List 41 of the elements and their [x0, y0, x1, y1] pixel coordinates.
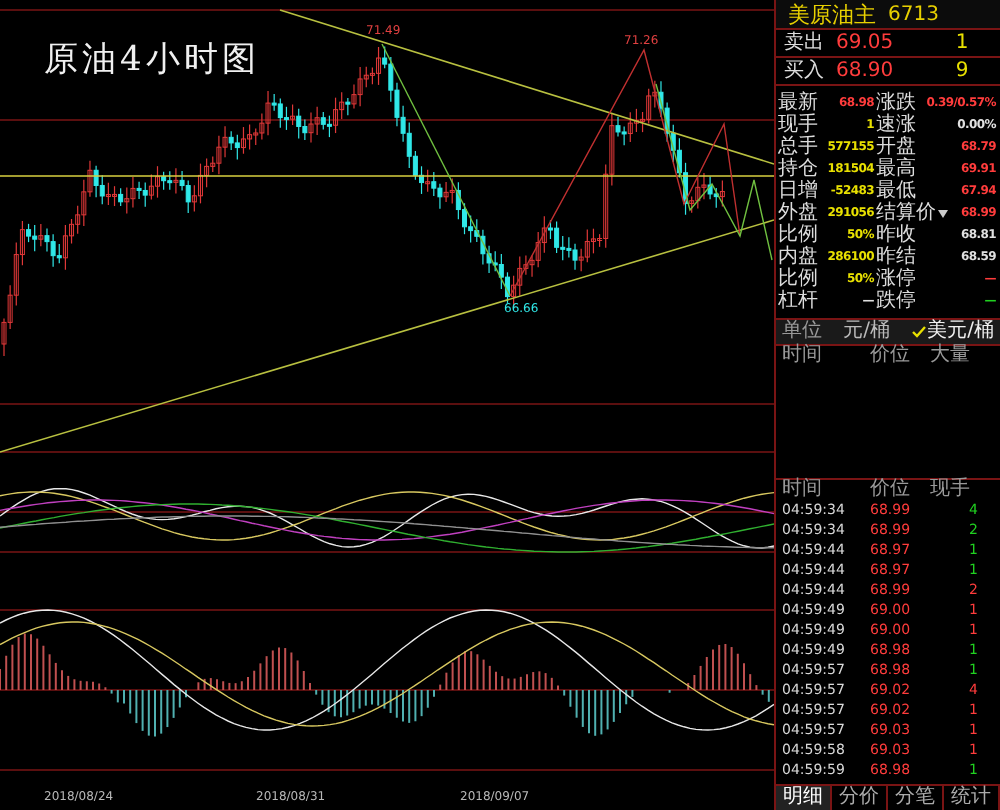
- stat-label: 昨结: [876, 247, 916, 267]
- column-header: 价位: [870, 346, 912, 366]
- stat-label: 涨跌: [876, 93, 916, 113]
- stat-label: 现手: [778, 115, 818, 135]
- instrument-name: 美原油主: [788, 0, 876, 29]
- caret-icon[interactable]: [938, 209, 948, 217]
- stat-label: 最低: [876, 181, 916, 201]
- stat-label: 杠杆: [778, 291, 818, 311]
- panel-tab[interactable]: 明细: [776, 786, 832, 810]
- unit-label: 单位: [782, 322, 822, 342]
- stat-label: 涨停: [876, 269, 916, 289]
- stat-label: 开盘: [876, 137, 916, 157]
- quote-size: 1: [953, 33, 971, 53]
- quote-price: 69.05: [836, 33, 896, 53]
- stat-label: 内盘: [778, 247, 818, 267]
- stat-label: 持仓: [778, 159, 818, 179]
- stat-label: 昨收: [876, 225, 916, 245]
- column-header: 现手: [930, 480, 972, 500]
- quote-label: 买入: [784, 61, 826, 81]
- instrument-code: 6713: [888, 3, 939, 25]
- quote-label: 卖出: [784, 33, 826, 53]
- stat-label: 比例: [778, 225, 818, 245]
- stat-label: 最新: [778, 93, 818, 113]
- unit-option[interactable]: 美元/桶: [911, 322, 994, 342]
- stat-label: 比例: [778, 269, 818, 289]
- stat-label: 总手: [778, 137, 818, 157]
- stat-label: 跌停: [876, 291, 916, 311]
- column-header: 价位: [870, 480, 912, 500]
- column-header: 大量: [930, 346, 972, 366]
- stat-label: 速涨: [876, 115, 916, 135]
- stat-label: 结算价: [876, 203, 948, 223]
- check-icon: [911, 326, 926, 338]
- column-header: 时间: [782, 346, 824, 366]
- quote-size: 9: [953, 61, 971, 81]
- chart-title: 原油4小时图: [44, 38, 260, 82]
- stat-label: 日增: [778, 181, 818, 201]
- stat-label: 外盘: [778, 203, 818, 223]
- column-header: 时间: [782, 480, 824, 500]
- stat-label: 最高: [876, 159, 916, 179]
- quote-price: 68.90: [836, 61, 896, 81]
- unit-option[interactable]: 元/桶: [843, 322, 890, 342]
